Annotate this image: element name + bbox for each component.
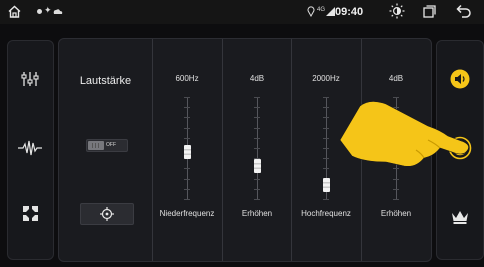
network-label: 4G [317, 7, 326, 13]
slider-tick [393, 199, 399, 200]
slider-tick [184, 179, 190, 180]
slider-tick [184, 97, 190, 98]
column-divider [152, 39, 153, 261]
slider-tick [184, 117, 190, 118]
status-bar: ✦ 4G 09:40 [0, 0, 484, 24]
toggle-thumb [88, 141, 104, 150]
slider-tick [323, 97, 329, 98]
crosshair-icon [100, 207, 114, 221]
toggle-state-label: OFF [106, 142, 116, 148]
slider-tick [323, 138, 329, 139]
slider-tick [254, 199, 260, 200]
slider-tick [184, 199, 190, 200]
band-header-label: 4dB [249, 74, 265, 83]
surround-icon[interactable] [22, 205, 39, 222]
slider-tick [254, 97, 260, 98]
slider-tick [184, 189, 190, 190]
slider-tick [393, 179, 399, 180]
home-icon[interactable] [7, 4, 22, 19]
usb-icon: ✦ [44, 5, 52, 15]
reset-button[interactable] [80, 203, 134, 225]
band-header-label: 600Hz [175, 74, 199, 83]
slider-tick [254, 179, 260, 180]
clock: 09:40 [335, 6, 364, 18]
back-icon[interactable] [456, 4, 472, 18]
slider-knob[interactable] [323, 178, 330, 192]
cloud-icon [53, 9, 63, 14]
slider-tick [254, 107, 260, 108]
window-icon[interactable] [423, 5, 436, 18]
slider-tick [254, 189, 260, 190]
crown-icon[interactable] [451, 209, 469, 225]
band-footer-label: Erhöhen [241, 209, 273, 218]
slider-tick [323, 158, 329, 159]
slider-tick [184, 107, 190, 108]
column-divider [222, 39, 223, 261]
volume-label: Lautstärke [79, 75, 132, 87]
slider-tick [184, 128, 190, 129]
column-divider [291, 39, 292, 261]
band-footer-label: Hochfrequenz [301, 209, 351, 218]
waveform-icon[interactable] [18, 140, 42, 156]
slider-tick [323, 107, 329, 108]
slider-tick [323, 148, 329, 149]
volume-toggle[interactable]: OFF [86, 139, 128, 152]
slider-tick [323, 168, 329, 169]
band-footer-label: Erhöhen [380, 209, 412, 218]
slider-knob[interactable] [254, 159, 261, 173]
left-sidebar [7, 40, 54, 260]
band-footer-label: Niederfrequenz [159, 209, 215, 218]
slider-tick [323, 199, 329, 200]
notification-dot-icon [37, 9, 42, 14]
band-header-label: 2000Hz [312, 74, 340, 83]
equalizer-sliders-icon[interactable] [21, 71, 39, 87]
slider-tick [393, 189, 399, 190]
band-header-label: 4dB [388, 74, 404, 83]
location-icon [307, 6, 315, 17]
slider-tick [254, 148, 260, 149]
pointing-hand-icon [339, 101, 469, 167]
slider-tick [254, 117, 260, 118]
signal-icon [326, 7, 335, 16]
slider-tick [323, 117, 329, 118]
slider-tick [323, 128, 329, 129]
slider-tick [184, 168, 190, 169]
slider-tick [254, 128, 260, 129]
band-slider[interactable] [247, 97, 267, 200]
speaker-icon[interactable] [450, 69, 470, 89]
band-slider[interactable] [316, 97, 336, 200]
brightness-icon[interactable] [389, 3, 405, 19]
slider-knob[interactable] [184, 145, 191, 159]
slider-tick [254, 138, 260, 139]
slider-tick [184, 138, 190, 139]
band-slider[interactable] [177, 97, 197, 200]
